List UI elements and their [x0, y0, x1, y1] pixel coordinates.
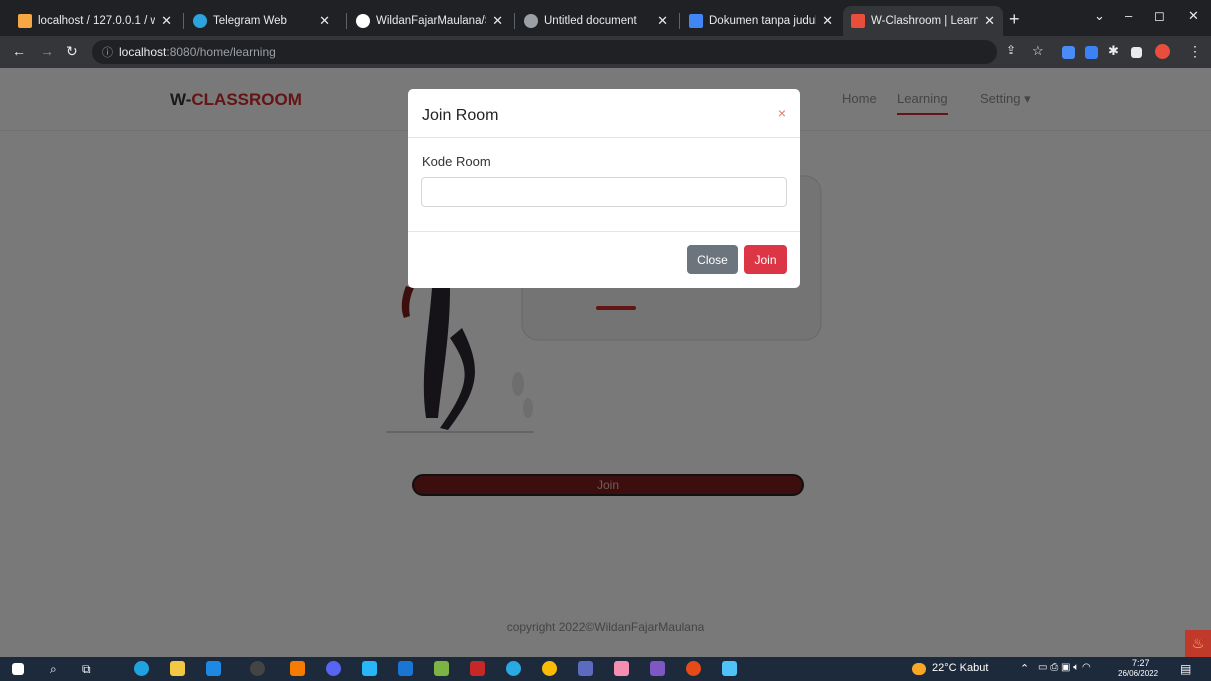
kode-room-label: Kode Room — [422, 154, 491, 169]
reload-icon[interactable]: ↻ — [66, 43, 78, 60]
tray-icons[interactable]: ▭ ⎙ ▣ 🔈︎ ◠ — [1038, 662, 1091, 673]
close-window-button[interactable]: ✕ — [1188, 8, 1199, 24]
windows-start-icon[interactable] — [12, 663, 24, 675]
file-explorer-icon[interactable] — [170, 661, 185, 676]
close-button[interactable]: Close — [687, 245, 738, 274]
profile-avatar[interactable] — [1155, 44, 1170, 59]
tab-label: WildanFajarMaulana/SEVIM — [376, 15, 486, 27]
xampp-icon[interactable] — [614, 661, 629, 676]
w-classroom-icon — [851, 14, 865, 28]
browser-tab-strip: localhost / 127.0.0.1 / w-cla ✕ Telegram… — [0, 0, 1211, 36]
clock-time[interactable]: 7:27 — [1132, 658, 1150, 668]
weather-icon[interactable] — [912, 663, 926, 675]
docs-extension-icon[interactable] — [1085, 46, 1098, 59]
modal-footer-divider — [408, 231, 800, 232]
powerpoint-icon[interactable] — [686, 661, 701, 676]
notifications-icon[interactable]: ▤ — [1180, 662, 1191, 676]
browser-tab[interactable]: localhost / 127.0.0.1 / w-cla ✕ — [10, 6, 180, 36]
edge-icon[interactable] — [134, 661, 149, 676]
new-tab-button[interactable]: + — [1009, 9, 1020, 30]
notepad-icon[interactable] — [578, 661, 593, 676]
close-tab-icon[interactable]: ✕ — [492, 13, 503, 29]
share-icon[interactable]: ⇪ — [1006, 43, 1016, 57]
translate-extension-icon[interactable] — [1062, 46, 1075, 59]
browser-tab[interactable]: Telegram Web ✕ — [185, 6, 338, 36]
dell-icon[interactable] — [250, 661, 265, 676]
github-icon — [356, 14, 370, 28]
phpmyadmin-icon — [18, 14, 32, 28]
tab-separator — [679, 13, 680, 29]
tab-label: Dokumen tanpa judul - Goo — [709, 15, 817, 27]
tray-chevron-icon[interactable]: ⌃ — [1020, 662, 1029, 675]
tab-label: W-Clashroom | Learning — [871, 15, 979, 27]
fire-app-icon[interactable]: ♨ — [1185, 630, 1211, 657]
sublime-icon[interactable] — [290, 661, 305, 676]
browser-tab[interactable]: Untitled document ✕ — [516, 6, 676, 36]
tab-separator — [346, 13, 347, 29]
address-host: localhost — [119, 45, 167, 59]
more-menu-icon[interactable]: ⋮ — [1188, 43, 1202, 60]
google-docs-icon — [689, 14, 703, 28]
weather-text[interactable]: 22°C Kabut — [932, 662, 988, 674]
chrome-icon[interactable] — [542, 661, 557, 676]
mail-icon[interactable] — [206, 661, 221, 676]
side-panel-icon[interactable] — [1131, 47, 1142, 58]
browser-tab[interactable]: Dokumen tanpa judul - Goo ✕ — [681, 6, 841, 36]
clock-date[interactable]: 26/06/2022 — [1118, 669, 1158, 678]
windows-taskbar: ⌕ ⧉ 22°C Kabut ⌃ ▭ ⎙ ▣ 🔈︎ ◠ 7:27 26/06/2… — [0, 657, 1211, 681]
info-icon[interactable]: ⓘ — [102, 44, 113, 60]
browser-toolbar: ← → ↻ ⓘ localhost :8080/home/learning ⇪ … — [0, 36, 1211, 68]
globe-icon — [524, 14, 538, 28]
docker-icon[interactable] — [506, 661, 521, 676]
web-page: W-CLASSROOM Home Learning Setting ▾ Join… — [0, 68, 1211, 657]
discord-icon[interactable] — [326, 661, 341, 676]
vscode-icon[interactable] — [398, 661, 413, 676]
forward-arrow-icon[interactable]: → — [40, 43, 54, 59]
join-button[interactable]: Join — [744, 245, 787, 274]
close-tab-icon[interactable]: ✕ — [319, 13, 330, 29]
browser-tab-active[interactable]: W-Clashroom | Learning ✕ — [843, 6, 1003, 36]
close-tab-icon[interactable]: ✕ — [822, 13, 833, 29]
photos-icon[interactable] — [722, 661, 737, 676]
extensions-puzzle-icon[interactable]: ✱ — [1108, 43, 1119, 59]
join-room-modal: Join Room × Kode Room Close Join — [408, 89, 800, 288]
tab-separator — [514, 13, 515, 29]
tab-separator — [183, 13, 184, 29]
app-icon[interactable] — [650, 661, 665, 676]
kode-room-input[interactable] — [421, 177, 787, 207]
close-tab-icon[interactable]: ✕ — [984, 13, 995, 29]
address-path: :8080/home/learning — [166, 45, 276, 59]
mysql-workbench-icon[interactable] — [362, 661, 377, 676]
close-tab-icon[interactable]: ✕ — [657, 13, 668, 29]
filezilla-icon[interactable] — [470, 661, 485, 676]
task-view-icon[interactable]: ⧉ — [82, 662, 91, 677]
address-bar[interactable]: ⓘ localhost :8080/home/learning — [92, 40, 997, 64]
modal-title: Join Room — [422, 107, 499, 124]
telegram-icon — [193, 14, 207, 28]
restore-button[interactable]: ◻ — [1154, 8, 1165, 24]
search-icon[interactable]: ⌕ — [50, 662, 57, 677]
modal-close-icon[interactable]: × — [778, 105, 786, 121]
back-arrow-icon[interactable]: ← — [12, 43, 26, 59]
tab-label: Telegram Web — [213, 15, 287, 27]
modal-header-divider — [408, 137, 800, 138]
minimize-button[interactable]: – — [1125, 8, 1132, 23]
bookmark-star-icon[interactable]: ☆ — [1032, 43, 1044, 59]
tab-label: localhost / 127.0.0.1 / w-cla — [38, 15, 156, 27]
browser-tab[interactable]: WildanFajarMaulana/SEVIM ✕ — [348, 6, 511, 36]
app-icon[interactable] — [434, 661, 449, 676]
tab-search-icon[interactable]: ⌄ — [1094, 8, 1105, 24]
close-tab-icon[interactable]: ✕ — [161, 13, 172, 29]
tab-label: Untitled document — [544, 15, 637, 27]
